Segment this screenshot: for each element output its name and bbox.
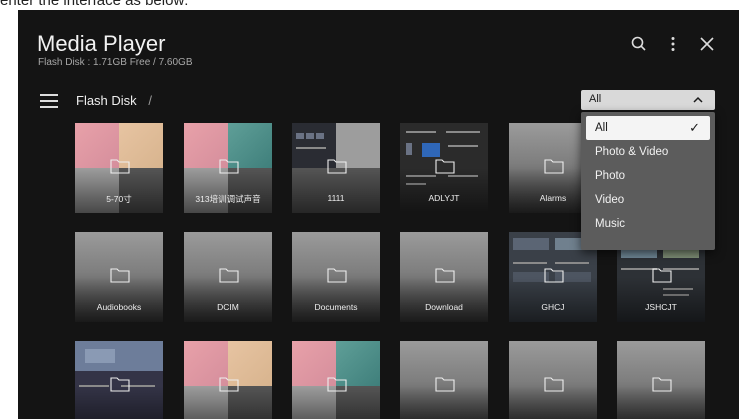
hamburger-menu-icon[interactable] bbox=[40, 94, 58, 108]
folder-name: Documents bbox=[314, 302, 358, 312]
filter-option-all[interactable]: All ✓ bbox=[586, 116, 710, 140]
more-options-icon[interactable] bbox=[663, 34, 683, 54]
folder-icon bbox=[327, 376, 347, 392]
filter-select[interactable]: All bbox=[581, 90, 715, 110]
folder-icon bbox=[327, 158, 347, 174]
folder-tile[interactable] bbox=[617, 341, 705, 419]
folder-name: 5-70寸 bbox=[106, 194, 132, 204]
folder-name: JSHCJT bbox=[645, 302, 677, 312]
folder-tile[interactable] bbox=[75, 341, 163, 419]
filter-selected-value: All bbox=[589, 93, 602, 105]
search-icon[interactable] bbox=[629, 34, 649, 54]
filter-option-label: Music bbox=[595, 218, 626, 230]
folder-name: 313培训调试声音 bbox=[195, 194, 261, 204]
folder-tile[interactable]: ADLYJT bbox=[400, 123, 488, 213]
filter-option-photo-video[interactable]: Photo & Video bbox=[586, 140, 710, 164]
folder-icon bbox=[652, 267, 672, 283]
folder-tile[interactable]: 1111 bbox=[292, 123, 380, 213]
chevron-up-icon bbox=[691, 93, 705, 107]
folder-tile[interactable] bbox=[509, 341, 597, 419]
folder-icon bbox=[435, 376, 455, 392]
filter-option-video[interactable]: Video bbox=[586, 188, 710, 212]
folder-tile[interactable]: Audiobooks bbox=[75, 232, 163, 322]
folder-icon bbox=[435, 158, 455, 174]
folder-icon bbox=[544, 267, 564, 283]
filter-option-label: Photo & Video bbox=[595, 146, 669, 158]
folder-icon bbox=[327, 267, 347, 283]
folder-tile[interactable] bbox=[400, 341, 488, 419]
filter-option-label: Video bbox=[595, 194, 625, 206]
folder-icon bbox=[110, 158, 130, 174]
folder-icon bbox=[652, 376, 672, 392]
filter-option-label: All bbox=[595, 122, 608, 134]
folder-name: GHCJ bbox=[541, 302, 565, 312]
folder-tile[interactable]: Download bbox=[400, 232, 488, 322]
folder-name: Audiobooks bbox=[96, 302, 142, 312]
folder-name: 1111 bbox=[327, 193, 345, 203]
folder-tile[interactable] bbox=[184, 341, 272, 419]
folder-tile[interactable]: DCIM bbox=[184, 232, 272, 322]
filter-option-music[interactable]: Music bbox=[586, 212, 710, 236]
check-icon: ✓ bbox=[689, 120, 700, 135]
page-caption: enter the interface as below: bbox=[0, 0, 189, 9]
close-icon[interactable] bbox=[697, 34, 717, 54]
breadcrumb-separator: / bbox=[148, 93, 152, 108]
breadcrumb-location[interactable]: Flash Disk bbox=[76, 93, 137, 108]
folder-tile[interactable]: 313培训调试声音 bbox=[184, 123, 272, 213]
folder-tile[interactable] bbox=[292, 341, 380, 419]
folder-icon bbox=[219, 376, 239, 392]
folder-icon bbox=[110, 267, 130, 283]
folder-icon bbox=[544, 376, 564, 392]
filter-option-label: Photo bbox=[595, 170, 626, 182]
storage-info: Flash Disk : 1.71GB Free / 7.60GB bbox=[38, 57, 193, 68]
folder-icon bbox=[544, 158, 564, 174]
folder-icon bbox=[435, 267, 455, 283]
folder-name: Download bbox=[425, 302, 463, 312]
folder-tile[interactable]: 5-70寸 bbox=[75, 123, 163, 213]
filter-dropdown-menu: All ✓ Photo & Video Photo Video Music bbox=[581, 112, 715, 250]
folder-tile[interactable]: Documents bbox=[292, 232, 380, 322]
folder-icon bbox=[110, 376, 130, 392]
app-title: Media Player bbox=[37, 31, 166, 56]
breadcrumb: Flash Disk / bbox=[76, 93, 152, 108]
folder-name: DCIM bbox=[217, 302, 239, 312]
folder-icon bbox=[219, 267, 239, 283]
folder-name: ADLYJT bbox=[428, 193, 460, 203]
filter-option-photo[interactable]: Photo bbox=[586, 164, 710, 188]
folder-icon bbox=[219, 158, 239, 174]
media-player-window: Media Player Flash Disk : 1.71GB Free / … bbox=[18, 10, 739, 419]
